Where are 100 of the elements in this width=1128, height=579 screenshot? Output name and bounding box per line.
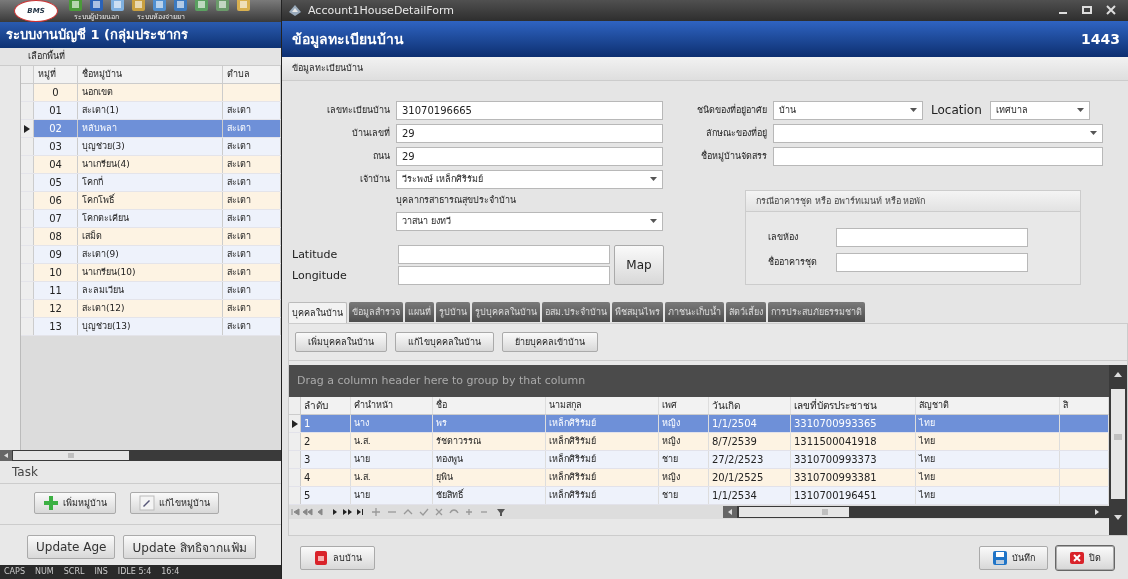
table-row[interactable]: 5 นาย ชัยสิทธิ์ เหล็กศิริรัมย์ ชาย 1/1/2534 1310700196451 ไทย — [289, 487, 1109, 505]
table-row[interactable]: 0 นอกเขต — [21, 84, 281, 102]
caret-icon — [910, 108, 917, 113]
tab[interactable]: ข้อมูลสำรวจ — [349, 302, 403, 322]
table-row[interactable]: 4 น.ส. ยุพิน เหล็กศิริรัมย์ หญิง 20/1/2525 3310700993381 ไทย — [289, 469, 1109, 487]
column-header[interactable]: นามสกุล — [546, 397, 659, 414]
vertical-scrollbar[interactable] — [1109, 365, 1127, 535]
caret-icon — [650, 177, 657, 182]
button[interactable]: ย้ายบุคคลเข้าบ้าน — [502, 332, 598, 352]
input-field[interactable] — [836, 252, 1028, 272]
table-cell: ยุพิน — [433, 469, 546, 486]
tab[interactable]: รูปบ้าน — [436, 302, 470, 322]
input-field[interactable] — [773, 146, 1103, 166]
horizontal-scrollbar[interactable] — [0, 450, 281, 461]
tab[interactable]: บุคคลในบ้าน — [288, 302, 347, 323]
button[interactable]: ปิด — [1056, 546, 1114, 570]
button[interactable]: แก้ไขบุคคลในบ้าน — [395, 332, 494, 352]
tab[interactable]: การประสบภัยธรรมชาติ — [767, 302, 865, 322]
table-row[interactable]: 3 นาย ทองพูน เหล็กศิริรัมย์ ชาย 27/2/2523 3310700993373 ไทย — [289, 451, 1109, 469]
column-header[interactable]: วันเกิด — [709, 397, 791, 414]
table-row[interactable]: 06 โคกโพธิ์ สะเตา — [21, 192, 281, 210]
toolbar-icon[interactable] — [89, 0, 104, 12]
table-row[interactable]: 03 บุญช่วย(3) สะเตา — [21, 138, 281, 156]
column-header[interactable]: เพศ — [659, 397, 709, 414]
dropdown[interactable]: บ้าน — [773, 100, 923, 120]
button[interactable]: เพิ่มบุคคลในบ้าน — [295, 332, 387, 352]
column-header[interactable]: หมู่ที่ — [34, 66, 78, 83]
table-cell: เสม็ด — [78, 228, 223, 245]
close-icon[interactable] — [1106, 5, 1116, 16]
table-cell: นาง — [351, 415, 433, 432]
table-row[interactable]: 09 สะเตา(9) สะเตา — [21, 246, 281, 264]
tab[interactable]: อสม.ประจำบ้าน — [542, 302, 610, 322]
table-cell: 3310700993381 — [791, 469, 916, 486]
table-row[interactable]: 05 โคกกี่ สะเตา — [21, 174, 281, 192]
input-field[interactable]: 31070196665 — [396, 100, 663, 120]
input-field[interactable]: 29 — [396, 146, 663, 166]
table-row[interactable]: 10 นาเกรียน(10) สะเตา — [21, 264, 281, 282]
button[interactable]: ลบบ้าน — [300, 546, 375, 570]
table-cell: 12 — [34, 300, 78, 317]
toolbar-icon[interactable] — [215, 0, 230, 12]
table-cell: 1 — [301, 415, 351, 432]
table-row[interactable]: 01 สะเตา(1) สะเตา — [21, 102, 281, 120]
toolbar-icon[interactable] — [152, 0, 167, 12]
tab[interactable]: ภาชนะเก็บน้ำ — [664, 302, 724, 322]
toolbar-icon[interactable] — [131, 0, 146, 12]
input-field[interactable]: 29 — [396, 123, 663, 143]
table-row[interactable]: 04 นาเกรียน(4) สะเตา — [21, 156, 281, 174]
table-cell: 0 — [34, 84, 78, 101]
table-row[interactable]: 11 ละลมเวียน สะเตา — [21, 282, 281, 300]
column-header[interactable]: ตำบล — [223, 66, 281, 83]
table-cell: เหล็กศิริรัมย์ — [546, 433, 659, 450]
table-cell: 1/1/2504 — [709, 415, 791, 432]
tab[interactable]: แผนที่ — [405, 302, 434, 322]
table-row[interactable]: 07 โคกตะเคียน สะเตา — [21, 210, 281, 228]
input-field[interactable] — [398, 244, 610, 264]
tab[interactable]: พืชสมุนไพร — [611, 302, 663, 322]
table-cell: บุญช่วย(13) — [78, 318, 223, 335]
table-row[interactable]: 08 เสม็ด สะเตา — [21, 228, 281, 246]
column-header[interactable]: ลำดับ — [301, 397, 351, 414]
field-label: Latitude — [291, 247, 339, 261]
table-cell: รัชดาวรรณ — [433, 433, 546, 450]
update-button[interactable]: Update Age — [27, 535, 116, 559]
toolbar-icon[interactable] — [173, 0, 188, 12]
status-text: CAPS — [4, 566, 25, 578]
table-row[interactable]: 2 น.ส. รัชดาวรรณ เหล็กศิริรัมย์ หญิง 8/7/2539 1311500041918 ไทย — [289, 433, 1109, 451]
table-cell: 01 — [34, 102, 78, 119]
input-field[interactable] — [836, 227, 1028, 247]
row-indicator — [21, 300, 34, 317]
module-title: ระบบงานบัญชี 1 (กลุ่มประชากร — [0, 22, 281, 48]
update-button[interactable]: Update สิทธิจากแฟ้ม — [123, 535, 256, 559]
button[interactable]: แก้ไขหมู่บ้าน — [130, 492, 219, 514]
button[interactable]: เพิ่มหมู่บ้าน — [34, 492, 116, 514]
column-header[interactable]: ชื่อ — [433, 397, 546, 414]
toolbar-icon[interactable] — [110, 0, 125, 12]
table-row[interactable]: 13 บุญช่วย(13) สะเตา — [21, 318, 281, 336]
column-header[interactable]: สัญชาติ — [916, 397, 1060, 414]
table-row[interactable]: 12 สะเตา(12) สะเตา — [21, 300, 281, 318]
dropdown[interactable]: วาสนา ยงทวี — [396, 211, 663, 231]
column-header[interactable]: คำนำหน้า — [351, 397, 433, 414]
table-cell: 06 — [34, 192, 78, 209]
input-field[interactable] — [398, 265, 610, 285]
toolbar-icon[interactable] — [194, 0, 209, 12]
table-cell: ชาย — [659, 487, 709, 504]
section-tab[interactable]: ข้อมูลทะเบียนบ้าน — [292, 61, 363, 76]
table-cell: 27/2/2523 — [709, 451, 791, 468]
tab[interactable]: สัตว์เลี้ยง — [725, 302, 766, 322]
tab[interactable]: รูปบุคคลในบ้าน — [472, 302, 540, 322]
horizontal-scrollbar[interactable] — [723, 506, 1109, 518]
column-header[interactable]: เลขที่บัตรประชาชน — [791, 397, 916, 414]
table-cell: สะเตา — [223, 120, 281, 137]
dropdown[interactable]: เทศบาล — [989, 100, 1090, 120]
button[interactable]: บันทึก — [979, 546, 1048, 570]
toolbar-icon[interactable] — [236, 0, 251, 12]
dropdown[interactable]: วีระพงษ์ เหล็กศิริรัมย์ — [396, 169, 663, 189]
field-label: Location — [930, 103, 983, 118]
maximize-icon[interactable] — [1082, 5, 1092, 16]
map-button[interactable]: Map — [614, 244, 664, 285]
toolbar-icon[interactable] — [68, 0, 83, 12]
column-header[interactable]: ชื่อหมู่บ้าน — [78, 66, 223, 83]
panel-title: Task — [0, 461, 281, 484]
